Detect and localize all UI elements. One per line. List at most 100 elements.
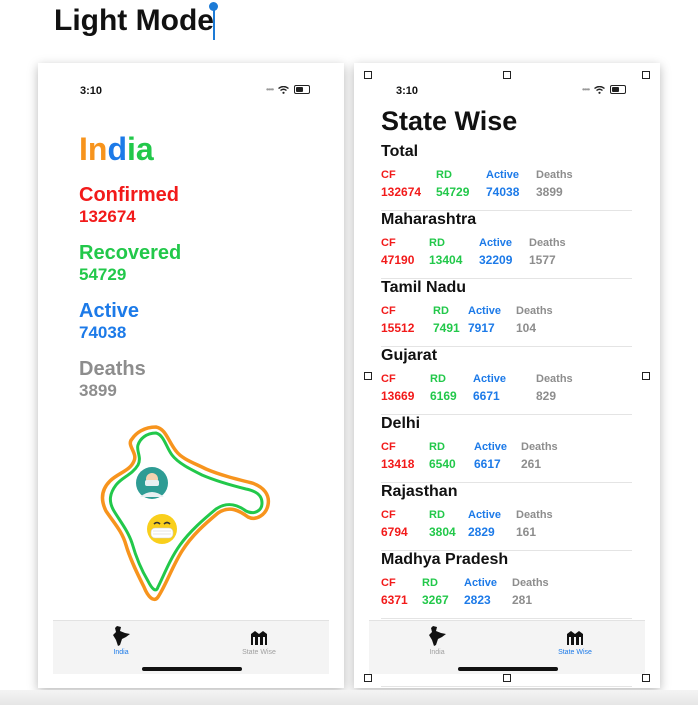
recovered-label: Recovered (79, 242, 182, 264)
rd-label: RD (430, 373, 446, 385)
text-cursor-handle[interactable] (209, 2, 218, 11)
resize-handle-top[interactable] (503, 71, 511, 79)
rd-label: RD (433, 305, 449, 317)
cf-value: 6794 (381, 525, 408, 539)
deaths-value: 3899 (79, 381, 117, 400)
active-value: 6617 (474, 457, 501, 471)
tab-bar: India State Wise (53, 620, 329, 674)
cf-label: CF (381, 237, 396, 249)
state-list[interactable]: Total CF 132674 RD 54729 Active 74038 Deaths 389… (381, 143, 632, 687)
cf-label: CF (381, 509, 396, 521)
state-row[interactable]: Madhya Pradesh CF 6371 RD 3267 Active 2823 Deat… (381, 551, 632, 619)
rd-label: RD (436, 169, 452, 181)
resize-handle-bottom-right[interactable] (642, 674, 650, 682)
state-row[interactable]: Tamil Nadu CF 15512 RD 7491 Active 7917 Deaths 1… (381, 279, 632, 347)
rd-value: 54729 (436, 185, 470, 199)
document-title: Light Mode (54, 4, 214, 37)
state-name: Total (381, 143, 419, 160)
battery-icon (294, 85, 311, 94)
active-value: 74038 (79, 323, 127, 342)
tab-india[interactable]: India (407, 625, 467, 656)
tab-state-wise[interactable]: State Wise (545, 625, 605, 656)
status-time: 3:10 (80, 85, 103, 97)
cf-value: 13418 (381, 457, 415, 471)
rd-value: 7491 (433, 321, 460, 335)
deaths-value: 1577 (529, 253, 556, 267)
india-map-illustration (100, 425, 271, 602)
signal-icon: •••• (582, 85, 590, 94)
tab-label-state-wise: State Wise (242, 649, 276, 656)
india-title-letter: a (135, 131, 154, 167)
deaths-label: Deaths (79, 358, 146, 380)
confirmed-value: 132674 (79, 207, 136, 226)
text-cursor (213, 8, 215, 40)
active-value: 6671 (473, 389, 500, 403)
active-value: 74038 (486, 185, 520, 199)
status-time: 3:10 (396, 85, 419, 97)
canvas-bottom-shade (0, 690, 698, 705)
active-label: Active (79, 300, 140, 322)
active-label: Active (474, 441, 508, 453)
signal-icon: •••• (266, 85, 274, 94)
home-indicator (142, 667, 242, 671)
tab-label-india: India (429, 649, 445, 656)
state-wise-title: State Wise (381, 106, 518, 136)
state-row[interactable]: Maharashtra CF 47190 RD 13404 Active 32209 Deat… (381, 211, 632, 279)
deaths-value: 161 (516, 525, 537, 539)
battery-icon (610, 85, 627, 94)
phone-india-screen: 3:10 •••• India Confirmed 132674 Recover… (38, 63, 344, 688)
tab-state-wise[interactable]: State Wise (229, 625, 289, 656)
cf-label: CF (381, 169, 396, 181)
active-label: Active (468, 509, 502, 521)
state-row[interactable]: Total CF 132674 RD 54729 Active 74038 Deaths 389… (381, 143, 632, 211)
india-map-icon (429, 626, 446, 646)
deaths-value: 261 (521, 457, 542, 471)
resize-handle-right[interactable] (642, 372, 650, 380)
cf-value: 13669 (381, 389, 415, 403)
recovered-value: 54729 (79, 265, 127, 284)
rd-value: 3804 (429, 525, 456, 539)
state-row[interactable]: Gujarat CF 13669 RD 6169 Active 6671 Deaths 829 (381, 347, 632, 415)
resize-handle-bottom[interactable] (503, 674, 511, 682)
active-label: Active (479, 237, 513, 249)
state-row[interactable]: Rajasthan CF 6794 RD 3804 Active 2829 Deaths 161 (381, 483, 632, 551)
tab-bar: India State Wise (369, 620, 645, 674)
rd-label: RD (429, 237, 445, 249)
tab-india[interactable]: India (91, 625, 151, 656)
deaths-label: Deaths (512, 577, 549, 589)
tab-label-state-wise: State Wise (558, 649, 592, 656)
state-row[interactable]: Delhi CF 13418 RD 6540 Active 6617 Deaths 261 (381, 415, 632, 483)
state-name: Delhi (381, 415, 421, 432)
deaths-label: Deaths (529, 237, 566, 249)
india-title-letter: I (79, 131, 88, 167)
wifi-icon (594, 85, 606, 94)
deaths-label: Deaths (521, 441, 558, 453)
active-value: 2829 (468, 525, 495, 539)
rd-label: RD (429, 441, 445, 453)
cf-label: CF (381, 373, 396, 385)
rd-value: 6540 (429, 457, 456, 471)
resize-handle-left[interactable] (364, 372, 372, 380)
confirmed-label: Confirmed (79, 184, 179, 206)
active-value: 2823 (464, 593, 491, 607)
home-indicator (458, 667, 558, 671)
tab-label-india: India (113, 649, 129, 656)
cf-value: 6371 (381, 593, 408, 607)
cf-label: CF (381, 441, 396, 453)
deaths-label: Deaths (516, 509, 553, 521)
resize-handle-bottom-left[interactable] (364, 674, 372, 682)
deaths-value: 3899 (536, 185, 563, 199)
deaths-label: Deaths (536, 373, 573, 385)
state-name: Tamil Nadu (381, 279, 467, 296)
active-value: 32209 (479, 253, 513, 267)
resize-handle-top-right[interactable] (642, 71, 650, 79)
resize-handle-top-left[interactable] (364, 71, 372, 79)
deaths-value: 829 (536, 389, 557, 403)
india-title-letter: i (126, 131, 136, 167)
rd-label: RD (429, 509, 445, 521)
deaths-value: 281 (512, 593, 533, 607)
deaths-label: Deaths (536, 169, 573, 181)
active-label: Active (473, 373, 507, 385)
cf-value: 47190 (381, 253, 415, 267)
wifi-icon (278, 85, 290, 94)
